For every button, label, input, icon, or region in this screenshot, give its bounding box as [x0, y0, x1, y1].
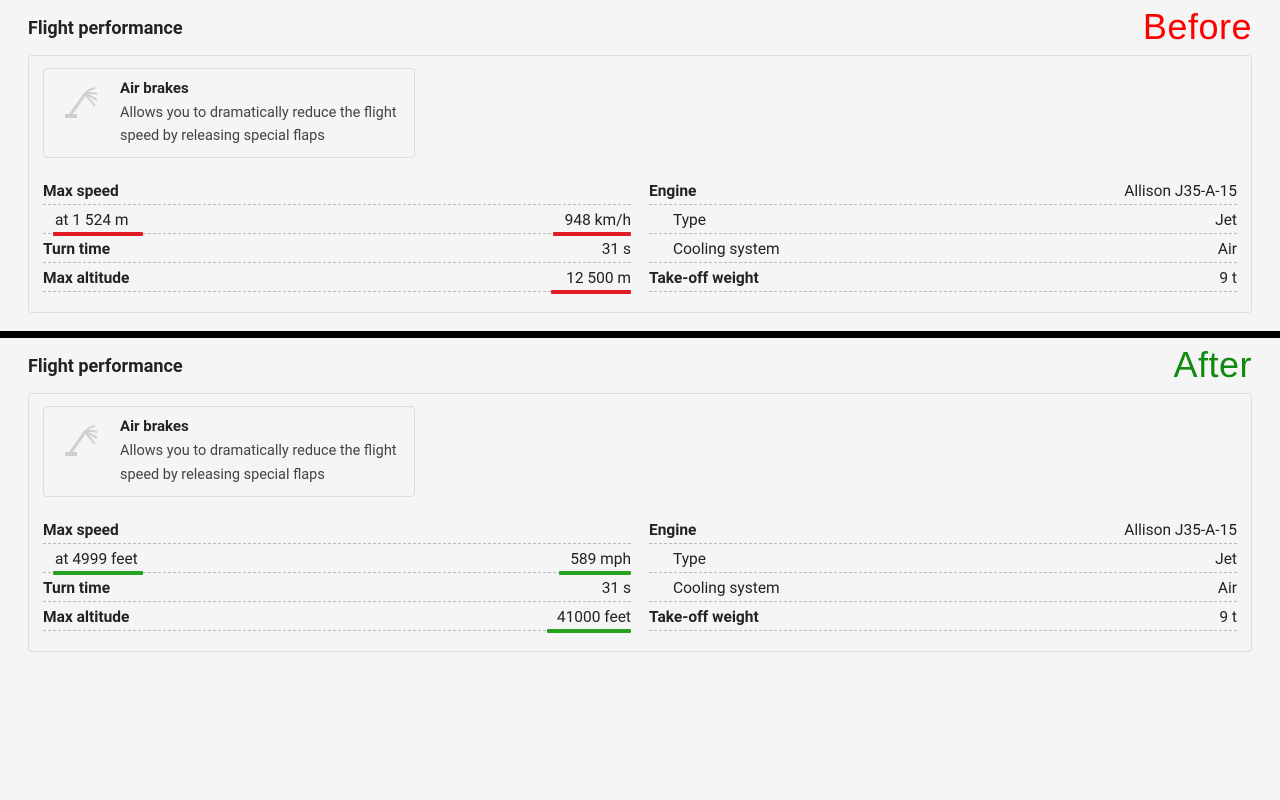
stat-value: 41000 feet — [557, 608, 631, 626]
highlight-mark — [547, 629, 631, 633]
stats-columns: Max speed at 4999 feet 589 mph Turn time… — [43, 515, 1237, 631]
stat-label: Max speed — [43, 182, 119, 200]
air-brakes-feature: Air brakes Allows you to dramatically re… — [43, 406, 415, 496]
stat-value: 9 t — [1219, 608, 1237, 626]
stat-engine: Engine Allison J35-A-15 — [649, 515, 1237, 544]
highlight-mark — [551, 290, 631, 294]
before-panel: Before Flight performance Air brakes All… — [0, 0, 1280, 331]
stat-takeoff-weight: Take-off weight 9 t — [649, 602, 1237, 631]
stat-cooling: Cooling system Air — [649, 234, 1237, 263]
stat-value: 12 500 m — [566, 269, 631, 287]
section-title: Flight performance — [28, 356, 1252, 377]
stat-value: Allison J35-A-15 — [1124, 182, 1237, 200]
section-title: Flight performance — [28, 18, 1252, 39]
feature-text: Air brakes Allows you to dramatically re… — [120, 79, 400, 147]
stat-label: Turn time — [43, 579, 110, 597]
stat-value: 31 s — [602, 579, 631, 597]
stat-engine: Engine Allison J35-A-15 — [649, 176, 1237, 205]
feature-desc: Allows you to dramatically reduce the fl… — [120, 439, 400, 485]
stat-label: Type — [649, 550, 706, 568]
divider — [0, 331, 1280, 338]
stat-max-speed-at: at 4999 feet 589 mph — [43, 544, 631, 573]
stat-max-altitude: Max altitude 41000 feet — [43, 602, 631, 631]
stat-label: Engine — [649, 182, 696, 200]
stat-engine-type: Type Jet — [649, 205, 1237, 234]
left-col: Max speed at 4999 feet 589 mph Turn time… — [43, 515, 631, 631]
stat-turn-time: Turn time 31 s — [43, 234, 631, 263]
stat-label: Take-off weight — [649, 608, 759, 626]
air-brakes-feature: Air brakes Allows you to dramatically re… — [43, 68, 415, 158]
stat-value: Air — [1218, 240, 1237, 258]
stat-label: Cooling system — [649, 579, 780, 597]
stat-label: Max speed — [43, 521, 119, 539]
feature-desc: Allows you to dramatically reduce the fl… — [120, 101, 400, 147]
stat-label: at 4999 feet — [43, 550, 138, 568]
before-label: Before — [1143, 6, 1252, 48]
stat-value: 9 t — [1219, 269, 1237, 287]
stat-value: Air — [1218, 579, 1237, 597]
after-label: After — [1173, 344, 1252, 386]
stat-turn-time: Turn time 31 s — [43, 573, 631, 602]
flight-performance-card: Air brakes Allows you to dramatically re… — [28, 393, 1252, 651]
feature-text: Air brakes Allows you to dramatically re… — [120, 417, 400, 485]
stat-label: Turn time — [43, 240, 110, 258]
stat-value: Jet — [1215, 550, 1237, 568]
stat-value: Jet — [1215, 211, 1237, 229]
stat-value: 948 km/h — [565, 211, 631, 229]
stat-max-altitude: Max altitude 12 500 m — [43, 263, 631, 292]
stat-label: Cooling system — [649, 240, 780, 258]
stat-value: Allison J35-A-15 — [1124, 521, 1237, 539]
stat-max-speed: Max speed — [43, 176, 631, 205]
left-col: Max speed at 1 524 m 948 km/h Turn time … — [43, 176, 631, 292]
air-brake-icon — [58, 417, 106, 465]
right-col: Engine Allison J35-A-15 Type Jet Cooling… — [649, 515, 1237, 631]
stat-value: 589 mph — [570, 550, 631, 568]
right-col: Engine Allison J35-A-15 Type Jet Cooling… — [649, 176, 1237, 292]
flight-performance-card: Air brakes Allows you to dramatically re… — [28, 55, 1252, 313]
stat-label: Engine — [649, 521, 696, 539]
stat-label: at 1 524 m — [43, 211, 128, 229]
stats-columns: Max speed at 1 524 m 948 km/h Turn time … — [43, 176, 1237, 292]
after-panel: After Flight performance Air brakes Allo… — [0, 338, 1280, 669]
stat-label: Max altitude — [43, 269, 129, 287]
stat-max-speed-at: at 1 524 m 948 km/h — [43, 205, 631, 234]
stat-label: Type — [649, 211, 706, 229]
stat-value: 31 s — [602, 240, 631, 258]
stat-label: Take-off weight — [649, 269, 759, 287]
stat-label: Max altitude — [43, 608, 129, 626]
feature-title: Air brakes — [120, 79, 400, 97]
air-brake-icon — [58, 79, 106, 127]
stat-engine-type: Type Jet — [649, 544, 1237, 573]
stat-max-speed: Max speed — [43, 515, 631, 544]
stat-cooling: Cooling system Air — [649, 573, 1237, 602]
stat-takeoff-weight: Take-off weight 9 t — [649, 263, 1237, 292]
feature-title: Air brakes — [120, 417, 400, 435]
